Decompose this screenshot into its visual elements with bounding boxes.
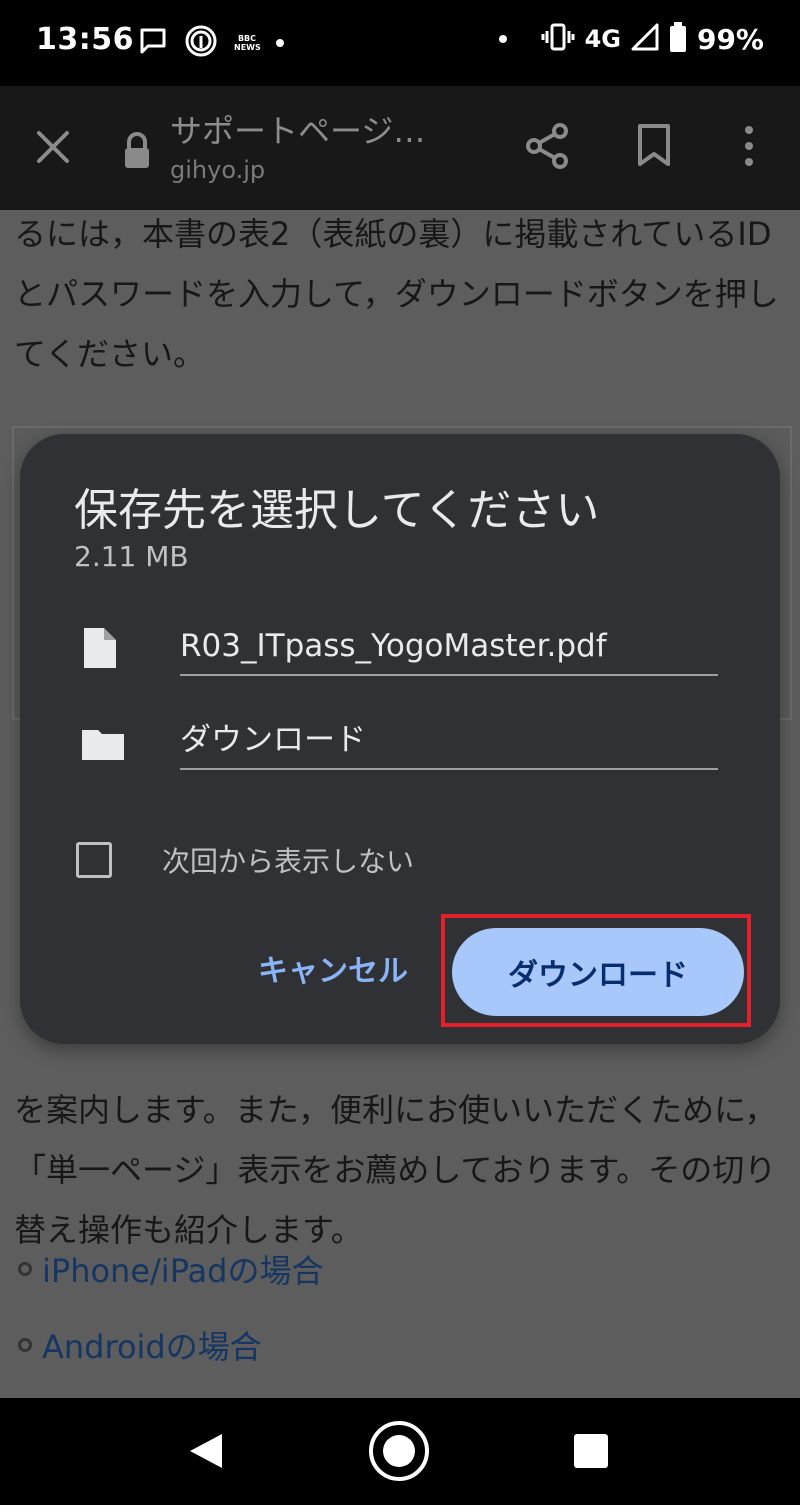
file-size: 2.11 MB	[74, 540, 189, 573]
bbc-news-icon: BBC NEWS	[234, 34, 261, 52]
filename-input[interactable]	[180, 618, 718, 674]
share-icon	[526, 123, 568, 169]
back-button[interactable]	[188, 1432, 224, 1470]
status-bar: 13:56 BBC NEWS 4G 99%	[0, 0, 800, 86]
cancel-button[interactable]: キャンセル	[246, 944, 420, 1000]
battery-icon	[669, 22, 687, 56]
message-icon	[138, 26, 168, 60]
notification-icons: BBC NEWS	[138, 24, 284, 62]
filename-field[interactable]	[180, 618, 718, 676]
dialog-title: 保存先を選択してください	[74, 485, 600, 536]
recents-button[interactable]	[574, 1434, 608, 1468]
system-icons: 4G 99%	[498, 22, 764, 56]
browser-toolbar: サポートページ… gihyo.jp	[0, 86, 800, 210]
download-button-highlight	[441, 914, 751, 1027]
vibrate-icon	[541, 22, 575, 56]
close-icon	[37, 131, 69, 163]
page-url[interactable]: gihyo.jp	[170, 156, 265, 184]
battery-percentage: 99%	[696, 22, 764, 56]
link-iphone-ipad[interactable]: iPhone/iPadの場合	[18, 1246, 323, 1292]
bookmark-icon	[638, 124, 670, 166]
system-navigation-bar	[0, 1398, 800, 1505]
home-circle-icon	[369, 1421, 429, 1481]
share-button[interactable]	[524, 122, 570, 170]
bullet-icon	[18, 1338, 32, 1352]
dont-show-again-checkbox[interactable]	[76, 842, 112, 878]
link-text[interactable]: iPhone/iPadの場合	[42, 1246, 323, 1292]
dont-show-again-label[interactable]: 次回から表示しない	[162, 840, 414, 880]
status-time: 13:56	[36, 22, 134, 57]
bookmark-button[interactable]	[634, 122, 674, 168]
notification-dot-icon	[276, 39, 284, 47]
file-icon	[80, 626, 120, 670]
home-button[interactable]	[368, 1420, 430, 1482]
signal-icon	[631, 23, 659, 55]
network-type: 4G	[584, 25, 621, 53]
bullet-icon	[18, 1262, 32, 1276]
overflow-menu-button[interactable]	[734, 124, 764, 168]
folder-icon	[80, 724, 124, 768]
fingerprint-icon	[184, 24, 218, 62]
close-tab-button[interactable]	[30, 124, 76, 170]
back-triangle-icon	[190, 1434, 222, 1468]
intro-paragraph: るには，本書の表2（表紙の裏）に掲載されているIDとパスワードを入力して，ダウン…	[14, 215, 779, 373]
more-vert-icon	[745, 126, 753, 166]
location-value[interactable]: ダウンロード	[180, 712, 718, 768]
dont-show-again-row[interactable]: 次回から表示しない	[76, 840, 414, 880]
link-android[interactable]: Androidの場合	[18, 1322, 262, 1368]
guide-paragraph: を案内します。また，便利にお使いいただくために，「単一ページ」表示をお薦めしてお…	[14, 1091, 777, 1249]
privacy-dot-icon	[498, 35, 507, 43]
link-text[interactable]: Androidの場合	[42, 1322, 262, 1368]
page-title[interactable]: サポートページ…	[170, 106, 425, 152]
lock-icon[interactable]	[120, 130, 154, 170]
location-field[interactable]: ダウンロード	[180, 712, 718, 770]
